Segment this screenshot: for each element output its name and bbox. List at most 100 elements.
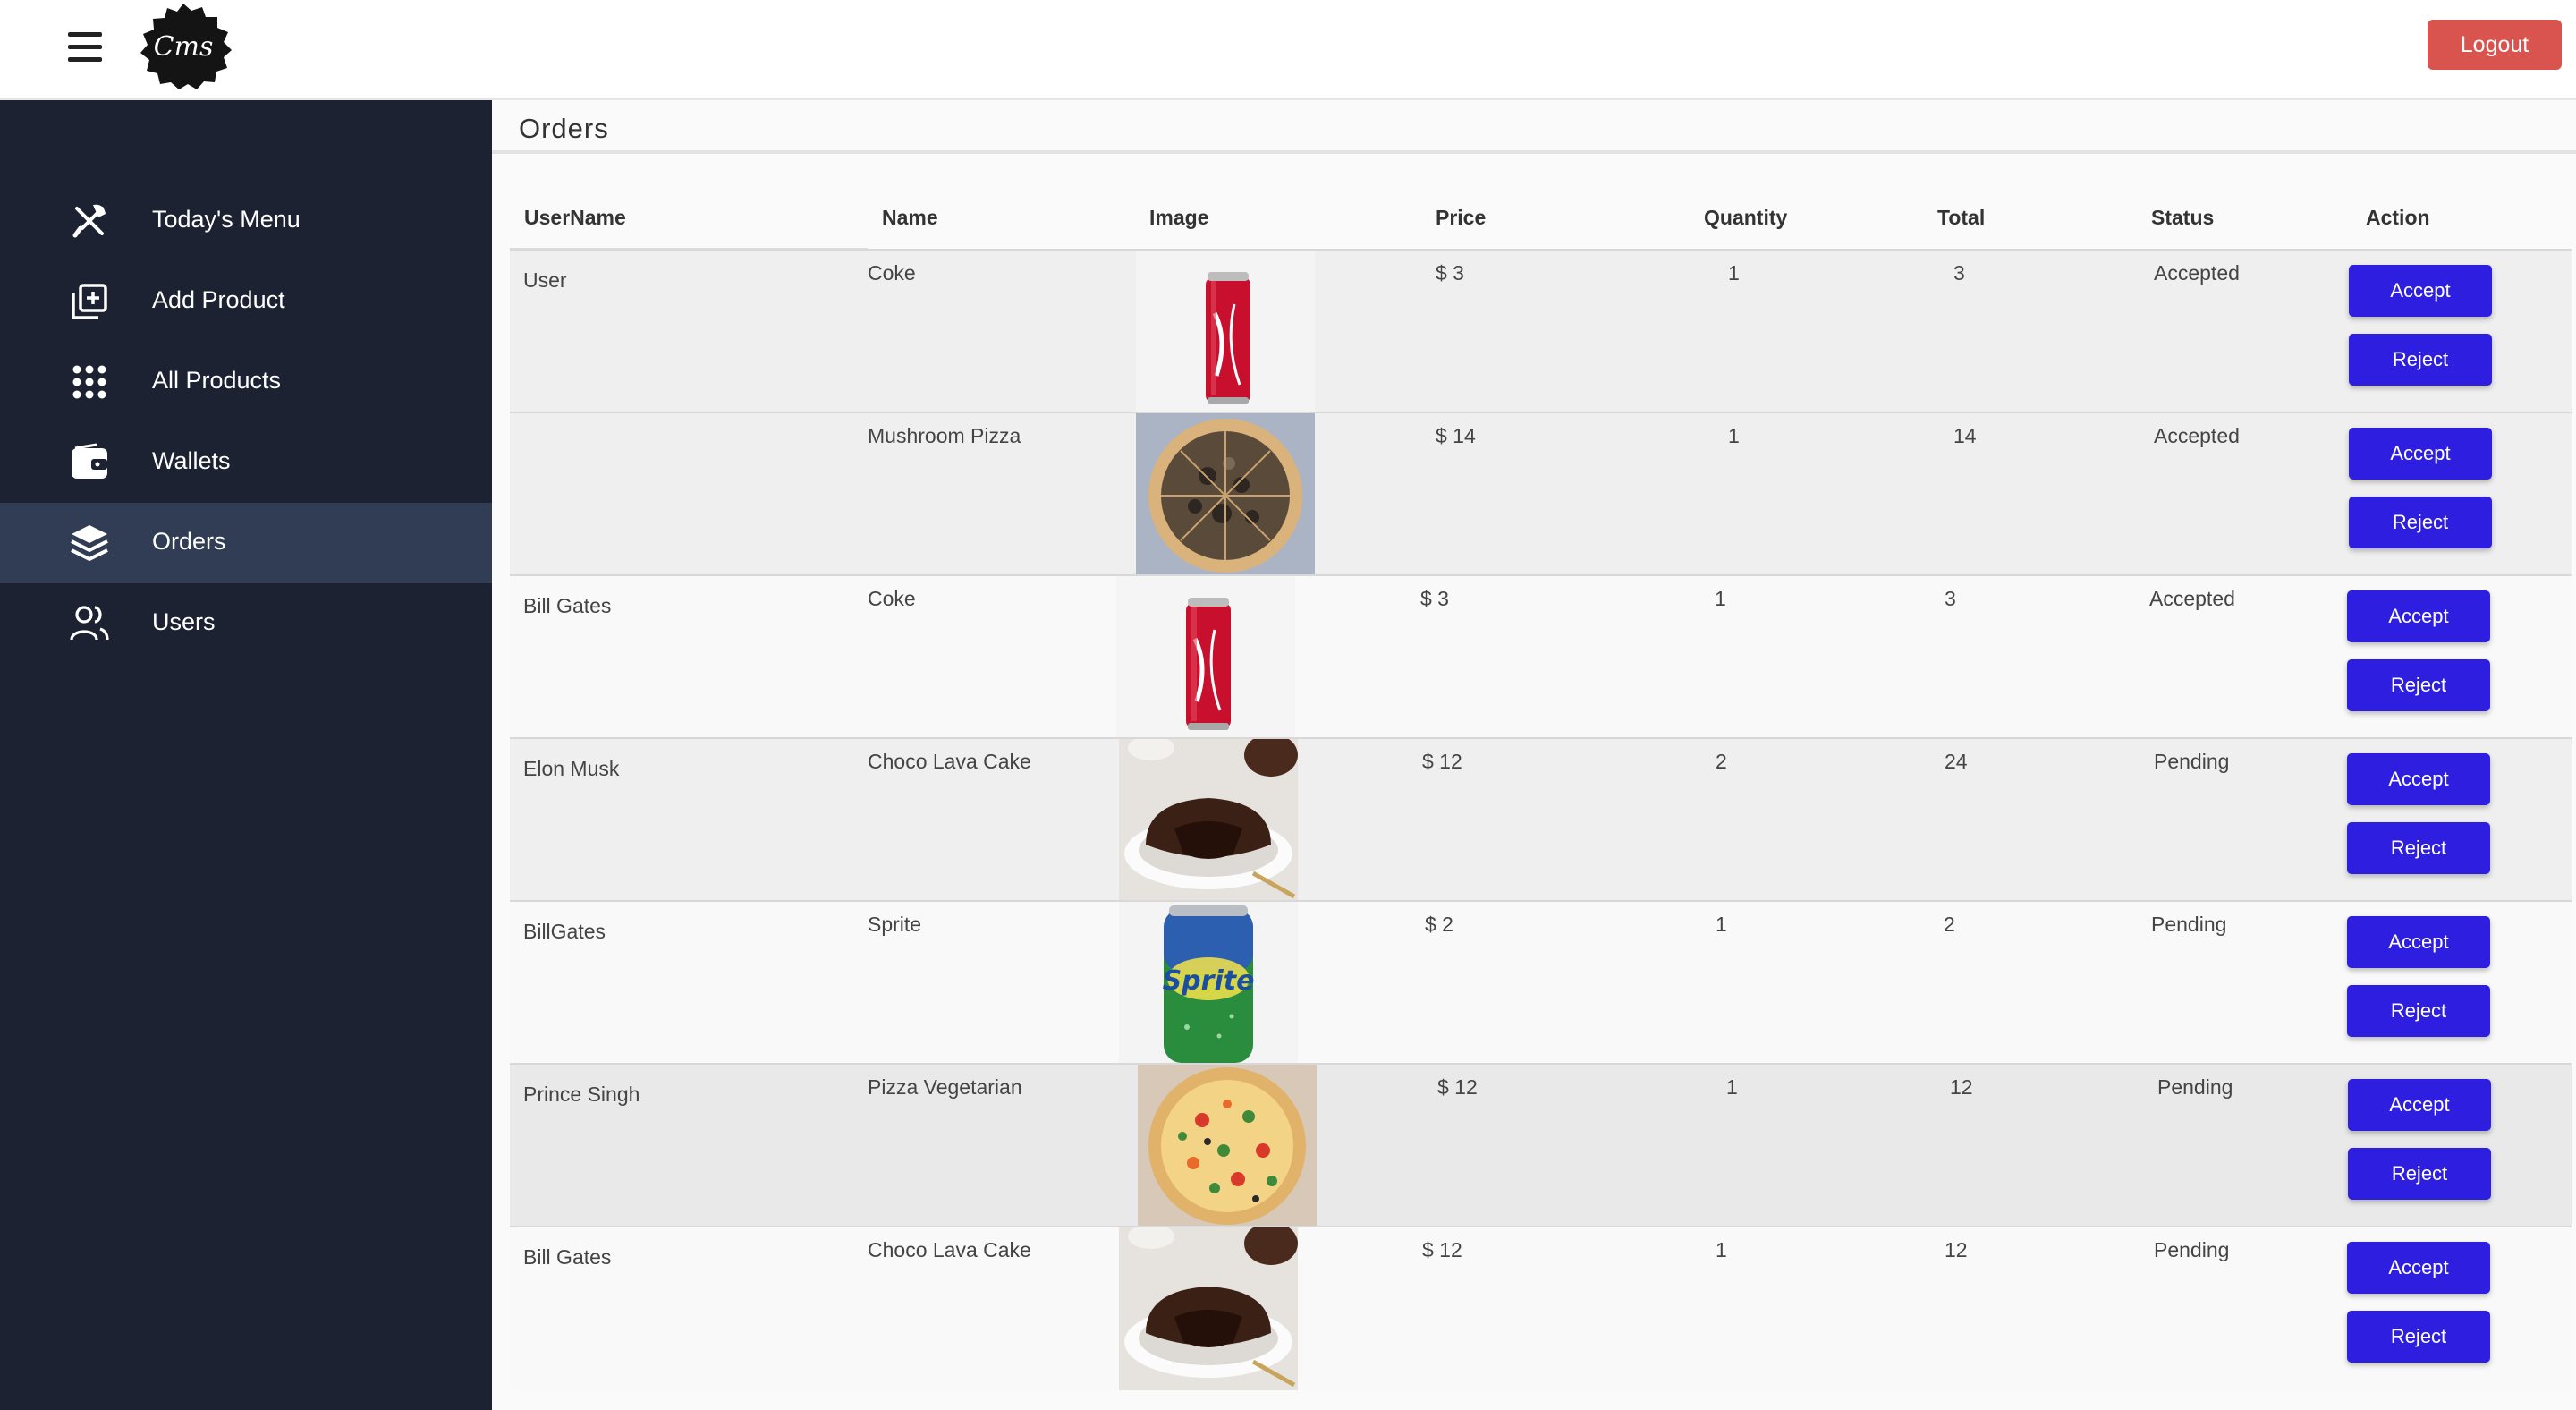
product-image-choco-lava-cake [1119, 1227, 1298, 1390]
column-header-status: Status [2151, 206, 2215, 229]
sidebar-item-all-products[interactable]: All Products [0, 342, 492, 422]
cell-total: 24 [1945, 750, 1968, 773]
cell-status: Pending [2154, 750, 2230, 773]
hamburger-menu-icon[interactable] [68, 32, 102, 63]
cell-price: $ 3 [1436, 261, 1464, 285]
cell-username: User [523, 268, 567, 292]
utensils-crossed-icon [70, 201, 109, 241]
cell-username: BillGates [523, 920, 606, 943]
accept-button[interactable]: Accept [2349, 428, 2492, 480]
column-header-quantity: Quantity [1704, 206, 1788, 229]
cell-price: $ 12 [1422, 750, 1462, 773]
sidebar-item-add-product[interactable]: Add Product [0, 261, 492, 342]
sidebar-item-orders[interactable]: Orders [0, 503, 492, 583]
cell-quantity: 2 [1716, 750, 1727, 773]
reject-button[interactable]: Reject [2348, 1148, 2491, 1200]
cell-total: 12 [1950, 1075, 1973, 1099]
table-row: Bill Gates Choco Lava Cake $ 12 1 12 Pen… [510, 1226, 2572, 1390]
cell-status: Accepted [2154, 424, 2240, 447]
layers-icon [70, 523, 109, 563]
main-content: Orders UserName Name Image Price Quantit… [492, 100, 2576, 1410]
cell-total: 12 [1945, 1238, 1968, 1261]
cell-product-name: Pizza Vegetarian [868, 1075, 1022, 1099]
logo-text: Cms [154, 31, 214, 63]
cell-price: $ 14 [1436, 424, 1476, 447]
reject-button[interactable]: Reject [2349, 334, 2492, 386]
sidebar-item-label: Users [152, 608, 216, 635]
column-header-image: Image [1149, 206, 1209, 229]
column-header-total: Total [1937, 206, 1986, 229]
accept-button[interactable]: Accept [2347, 1242, 2490, 1294]
cell-total: 14 [1953, 424, 1977, 447]
reject-button[interactable]: Reject [2349, 497, 2492, 548]
cell-quantity: 1 [1716, 1238, 1727, 1261]
reject-button[interactable]: Reject [2347, 1311, 2490, 1363]
top-bar: Cms Logout [0, 0, 2576, 100]
cell-product-name: Choco Lava Cake [868, 1238, 1031, 1261]
cell-username: Bill Gates [523, 1245, 612, 1269]
cell-price: $ 3 [1420, 587, 1449, 610]
cell-quantity: 1 [1716, 913, 1727, 936]
cell-product-name: Coke [868, 587, 916, 610]
cell-product-name: Sprite [868, 913, 922, 936]
column-header-action: Action [2366, 206, 2430, 229]
accept-button[interactable]: Accept [2347, 753, 2490, 805]
cell-product-name: Coke [868, 261, 916, 285]
column-header-price: Price [1436, 206, 1487, 229]
product-image-coke [1116, 576, 1295, 739]
logout-button[interactable]: Logout [2428, 20, 2562, 70]
sidebar-item-todays-menu[interactable]: Today's Menu [0, 181, 492, 261]
cell-quantity: 1 [1726, 1075, 1738, 1099]
page-title: Orders [519, 113, 609, 144]
sidebar: Today's Menu Add Product All Products Wa… [0, 100, 492, 1410]
table-row: BillGates Sprite Sprite $ 2 1 2 Pending … [510, 900, 2572, 1065]
product-image-mushroom-pizza [1136, 413, 1315, 576]
cell-total: 3 [1945, 587, 1956, 610]
sidebar-item-users[interactable]: Users [0, 583, 492, 664]
reject-button[interactable]: Reject [2347, 822, 2490, 874]
product-image-choco-lava-cake [1119, 739, 1298, 902]
sidebar-item-label: Add Product [152, 286, 285, 313]
cell-status: Accepted [2149, 587, 2235, 610]
table-row: User Coke $ 3 1 3 Accepted Accept Reject [510, 249, 2572, 413]
reject-button[interactable]: Reject [2347, 659, 2490, 711]
table-row: Elon Musk Choco Lava Cake $ 12 2 24 Pend… [510, 737, 2572, 902]
accept-button[interactable]: Accept [2347, 590, 2490, 642]
cell-status: Accepted [2154, 261, 2240, 285]
cell-quantity: 1 [1715, 587, 1726, 610]
cell-price: $ 12 [1422, 1238, 1462, 1261]
cell-product-name: Choco Lava Cake [868, 750, 1031, 773]
table-row: Bill Gates Coke $ 3 1 3 Accepted Accept … [510, 574, 2572, 739]
accept-button[interactable]: Accept [2348, 1079, 2491, 1131]
sidebar-item-label: Wallets [152, 447, 231, 474]
wallet-icon [70, 443, 109, 482]
cell-total: 2 [1944, 913, 1955, 936]
cell-username: Bill Gates [523, 594, 612, 617]
cell-status: Pending [2151, 913, 2227, 936]
cell-username: Elon Musk [523, 757, 620, 780]
accept-button[interactable]: Accept [2349, 265, 2492, 317]
sidebar-item-wallets[interactable]: Wallets [0, 422, 492, 503]
reject-button[interactable]: Reject [2347, 985, 2490, 1037]
cell-product-name: Mushroom Pizza [868, 424, 1021, 447]
column-header-username: UserName [524, 206, 626, 229]
product-image-sprite: Sprite [1119, 902, 1298, 1065]
table-row: Mushroom Pizza $ 14 1 14 Accepted Accept… [510, 412, 2572, 576]
sidebar-item-label: Orders [152, 528, 226, 555]
cell-status: Pending [2154, 1238, 2230, 1261]
cms-logo[interactable]: Cms [131, 2, 236, 91]
cell-price: $ 2 [1425, 913, 1453, 936]
sidebar-item-label: All Products [152, 367, 282, 394]
cell-quantity: 1 [1728, 424, 1740, 447]
accept-button[interactable]: Accept [2347, 916, 2490, 968]
column-header-name: Name [882, 206, 938, 229]
users-icon [70, 604, 109, 643]
cell-quantity: 1 [1728, 261, 1740, 285]
sidebar-item-label: Today's Menu [152, 206, 301, 233]
product-image-veg-pizza [1138, 1065, 1317, 1227]
product-image-coke [1136, 251, 1315, 413]
cell-username: Prince Singh [523, 1083, 640, 1106]
add-box-icon [70, 282, 109, 321]
cell-status: Pending [2157, 1075, 2233, 1099]
grid-dots-icon [70, 362, 109, 402]
